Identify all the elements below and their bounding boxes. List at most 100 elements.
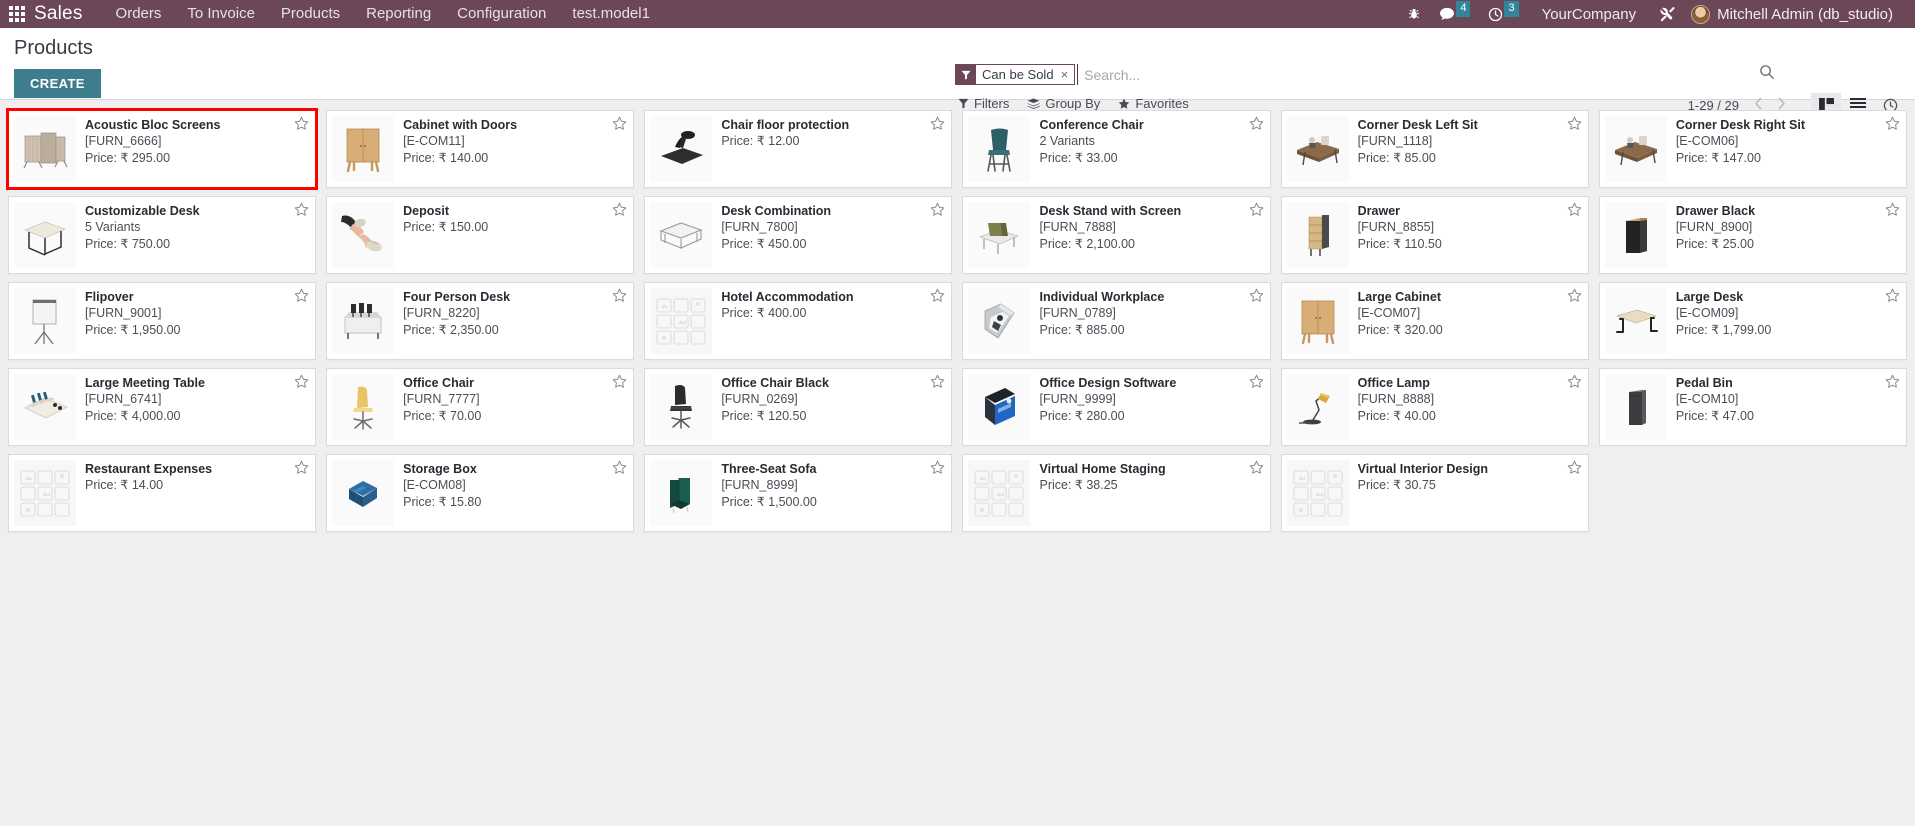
- search-facet-can-be-sold[interactable]: Can be Sold ×: [955, 64, 1076, 85]
- product-image: [14, 288, 76, 354]
- star-outline-icon[interactable]: [1885, 116, 1900, 136]
- star-outline-icon[interactable]: [612, 288, 627, 308]
- product-reference: [FURN_8220]: [403, 306, 480, 320]
- product-card[interactable]: Corner Desk Right Sit [E-COM06] Price: ₹ 1…: [1598, 110, 1907, 188]
- product-card[interactable]: Office Chair Black [FURN_0269] Price: ₹ 12…: [644, 368, 953, 446]
- product-card[interactable]: Individual Workplace [FURN_0789] Price: ₹ …: [962, 282, 1271, 360]
- star-outline-icon[interactable]: [1249, 202, 1264, 222]
- product-card[interactable]: Large Desk [E-COM09] Price: ₹ 1,799.00: [1598, 282, 1907, 360]
- star-outline-icon[interactable]: [930, 460, 945, 480]
- product-card[interactable]: Virtual Interior Design Price: ₹ 30.75: [1280, 454, 1589, 532]
- product-name: Storage Box: [403, 462, 477, 476]
- product-card[interactable]: Restaurant Expenses Price: ₹ 14.00: [8, 454, 317, 532]
- product-card[interactable]: Customizable Desk 5 Variants Price: ₹ 750.…: [8, 196, 317, 274]
- product-card[interactable]: Desk Combination [FURN_7800] Price: ₹ 450.…: [644, 196, 953, 274]
- app-brand[interactable]: Sales: [34, 3, 83, 25]
- product-card[interactable]: Office Design Software [FURN_9999] Price: …: [962, 368, 1271, 446]
- star-outline-icon[interactable]: [294, 116, 309, 136]
- product-card[interactable]: Office Chair [FURN_7777] Price: ₹ 70.00: [326, 368, 635, 446]
- star-outline-icon[interactable]: [930, 202, 945, 222]
- product-name: Cabinet with Doors: [403, 118, 518, 132]
- product-price: Price: ₹ 30.75: [1357, 478, 1436, 492]
- star-outline-icon[interactable]: [930, 116, 945, 136]
- star-outline-icon[interactable]: [1567, 288, 1582, 308]
- star-outline-icon[interactable]: [612, 202, 627, 222]
- product-card[interactable]: Pedal Bin [E-COM10] Price: ₹ 47.00: [1598, 368, 1907, 446]
- product-card[interactable]: Cabinet with Doors [E-COM11] Price: ₹ 140.…: [326, 110, 635, 188]
- star-outline-icon[interactable]: [1885, 374, 1900, 394]
- product-image: [968, 460, 1031, 526]
- star-outline-icon[interactable]: [612, 460, 627, 480]
- product-reference: [FURN_9001]: [85, 306, 162, 320]
- nav-menu-test-model1[interactable]: test.model1: [559, 0, 663, 28]
- top-navbar: Sales Orders To Invoice Products Reporti…: [0, 0, 1915, 28]
- filters-menu[interactable]: Filters: [958, 96, 1009, 111]
- activities-button[interactable]: 3: [1479, 0, 1527, 28]
- product-image: [1604, 288, 1667, 354]
- product-card[interactable]: Hotel Accommodation Price: ₹ 400.00: [644, 282, 953, 360]
- nav-menu-orders[interactable]: Orders: [103, 0, 175, 28]
- product-image: [650, 460, 713, 526]
- star-outline-icon[interactable]: [294, 202, 309, 222]
- star-outline-icon[interactable]: [1567, 460, 1582, 480]
- search-facet-remove-icon[interactable]: ×: [1058, 65, 1075, 84]
- product-card[interactable]: Deposit Price: ₹ 150.00: [326, 196, 635, 274]
- user-menu[interactable]: Mitchell Admin (db_studio): [1685, 4, 1905, 24]
- star-outline-icon[interactable]: [294, 460, 309, 480]
- nav-menu-products[interactable]: Products: [268, 0, 353, 28]
- product-card[interactable]: Corner Desk Left Sit [FURN_1118] Price: ₹ …: [1280, 110, 1589, 188]
- star-outline-icon[interactable]: [1567, 116, 1582, 136]
- star-outline-icon[interactable]: [1885, 288, 1900, 308]
- star-outline-icon[interactable]: [294, 374, 309, 394]
- star-outline-icon[interactable]: [930, 288, 945, 308]
- product-reference: [FURN_0789]: [1039, 306, 1116, 320]
- star-outline-icon[interactable]: [930, 374, 945, 394]
- product-image: [332, 202, 395, 268]
- group-by-menu[interactable]: Group By: [1027, 96, 1100, 111]
- star-outline-icon[interactable]: [1249, 288, 1264, 308]
- product-card[interactable]: Acoustic Bloc Screens [FURN_6666] Price: ₹…: [5, 108, 319, 190]
- messages-button[interactable]: 4: [1430, 0, 1479, 28]
- nav-menu-reporting[interactable]: Reporting: [353, 0, 444, 28]
- product-card[interactable]: Large Cabinet [E-COM07] Price: ₹ 320.00: [1280, 282, 1589, 360]
- star-outline-icon[interactable]: [1249, 460, 1264, 480]
- product-card[interactable]: Three-Seat Sofa [FURN_8999] Price: ₹ 1,500…: [644, 454, 953, 532]
- bug-icon[interactable]: [1398, 0, 1430, 28]
- company-switcher[interactable]: YourCompany: [1528, 6, 1651, 23]
- product-card[interactable]: Desk Stand with Screen [FURN_7888] Price: …: [962, 196, 1271, 274]
- search-icon[interactable]: [1759, 64, 1775, 85]
- star-outline-icon[interactable]: [294, 288, 309, 308]
- product-card[interactable]: Virtual Home Staging Price: ₹ 38.25: [962, 454, 1271, 532]
- product-price: Price: ₹ 750.00: [85, 237, 171, 251]
- product-reference: [E-COM07]: [1357, 306, 1421, 320]
- search-dropdown-menus: Filters Group By Favorites: [958, 96, 1189, 111]
- product-card[interactable]: Office Lamp [FURN_8888] Price: ₹ 40.00: [1280, 368, 1589, 446]
- product-card[interactable]: Flipover [FURN_9001] Price: ₹ 1,950.00: [8, 282, 317, 360]
- nav-menu-configuration[interactable]: Configuration: [444, 0, 559, 28]
- product-name: Corner Desk Right Sit: [1675, 118, 1806, 132]
- product-card[interactable]: Conference Chair 2 Variants Price: ₹ 33.00: [962, 110, 1271, 188]
- apps-menu-icon[interactable]: [0, 6, 34, 22]
- star-outline-icon[interactable]: [1885, 202, 1900, 222]
- product-card[interactable]: Chair floor protection Price: ₹ 12.00: [644, 110, 953, 188]
- search-input[interactable]: [1077, 64, 1775, 85]
- favorites-menu[interactable]: Favorites: [1118, 96, 1189, 111]
- product-price: Price: ₹ 38.25: [1039, 478, 1118, 492]
- star-outline-icon[interactable]: [1567, 202, 1582, 222]
- star-outline-icon[interactable]: [1249, 116, 1264, 136]
- star-outline-icon[interactable]: [1567, 374, 1582, 394]
- product-card[interactable]: Four Person Desk [FURN_8220] Price: ₹ 2,35…: [326, 282, 635, 360]
- product-card-body: Drawer [FURN_8855] Price: ₹ 110.50: [1349, 202, 1582, 268]
- star-outline-icon[interactable]: [612, 374, 627, 394]
- star-outline-icon[interactable]: [1249, 374, 1264, 394]
- product-card[interactable]: Drawer [FURN_8855] Price: ₹ 110.50: [1280, 196, 1589, 274]
- star-outline-icon[interactable]: [612, 116, 627, 136]
- product-price: Price: ₹ 1,950.00: [85, 323, 181, 337]
- product-image: [332, 116, 395, 182]
- product-card[interactable]: Drawer Black [FURN_8900] Price: ₹ 25.00: [1598, 196, 1907, 274]
- product-card[interactable]: Large Meeting Table [FURN_6741] Price: ₹ 4…: [8, 368, 317, 446]
- nav-menu-to-invoice[interactable]: To Invoice: [174, 0, 268, 28]
- wrench-screwdriver-icon[interactable]: [1650, 0, 1685, 28]
- create-button[interactable]: CREATE: [14, 68, 101, 98]
- product-card[interactable]: Storage Box [E-COM08] Price: ₹ 15.80: [326, 454, 635, 532]
